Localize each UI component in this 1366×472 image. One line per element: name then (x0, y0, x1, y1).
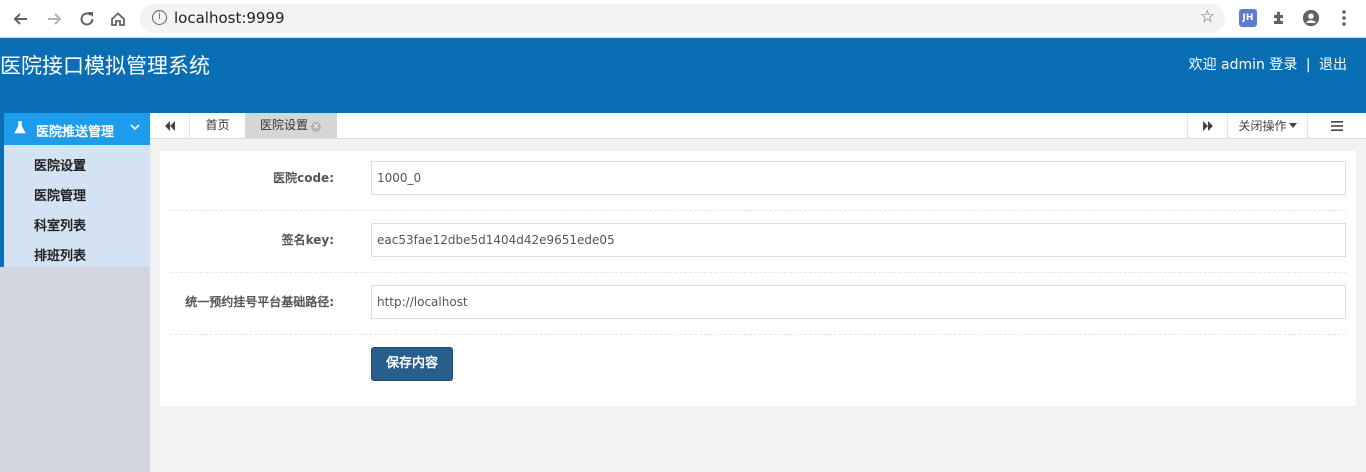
extension-jh-icon[interactable]: JH (1239, 9, 1257, 27)
address-bar[interactable]: i localhost:9999 ☆ (140, 4, 1225, 33)
logout-link[interactable]: 退出 (1319, 54, 1347, 74)
hamburger-icon (1331, 120, 1343, 131)
close-operations-label: 关闭操作 (1238, 119, 1287, 133)
save-button[interactable]: 保存内容 (371, 347, 453, 381)
browser-menu-icon[interactable] (1335, 9, 1353, 27)
url-text: localhost:9999 (174, 9, 285, 27)
welcome-text: 欢迎 admin 登录 (1188, 57, 1298, 73)
app-header: 医院接口模拟管理系统 欢迎 admin 登录 | 退出 (0, 38, 1366, 113)
chevron-down-icon (130, 121, 140, 134)
tab-scroll-left-button[interactable] (150, 113, 190, 138)
caret-down-icon (1288, 123, 1297, 128)
sidebar-item-hospital-settings[interactable]: 医院设置 (34, 155, 86, 174)
form-row-base-path: 统一预约挂号平台基础路径: (170, 273, 1346, 335)
tab-home[interactable]: 首页 (190, 113, 245, 138)
sign-key-input[interactable] (371, 223, 1346, 257)
double-left-icon (164, 120, 175, 131)
settings-form-panel: 医院code: 签名key: 统一预约挂号平台基础路径: 保存内容 (160, 151, 1356, 406)
sidebar-group-label: 医院推送管理 (36, 125, 115, 140)
browser-toolbar: i localhost:9999 ☆ JH (0, 0, 1366, 38)
app-title: 医院接口模拟管理系统 (0, 54, 210, 78)
extensions-puzzle-icon[interactable] (1270, 9, 1288, 27)
reload-icon[interactable] (76, 8, 98, 30)
base-path-input[interactable] (371, 285, 1346, 319)
header-separator: | (1305, 57, 1311, 73)
sidebar-menu: 医院设置 医院管理 科室列表 排班列表 (4, 145, 150, 267)
sidebar-item-hospital-management[interactable]: 医院管理 (34, 185, 86, 204)
info-icon[interactable]: i (152, 10, 167, 25)
tab-close-icon[interactable]: ✕ (311, 122, 322, 132)
flask-icon (14, 121, 26, 138)
bookmark-star-icon[interactable]: ☆ (1200, 7, 1215, 27)
sidebar-item-schedule-list[interactable]: 排班列表 (34, 245, 86, 264)
close-operations-dropdown[interactable]: 关闭操作 (1227, 113, 1307, 138)
user-area: 欢迎 admin 登录 | 退出 (1189, 54, 1347, 74)
tab-bar: 首页 医院设置 ✕ 关闭操作 (150, 113, 1366, 139)
tab-label: 医院设置 (260, 118, 309, 132)
profile-icon[interactable] (1302, 9, 1320, 27)
tab-scroll-right-button[interactable] (1187, 113, 1227, 138)
tab-hospital-settings[interactable]: 医院设置 ✕ (245, 113, 337, 138)
form-row-hospital-code: 医院code: (170, 151, 1346, 211)
home-icon[interactable] (107, 8, 129, 30)
base-path-label: 统一预约挂号平台基础路径: (185, 295, 334, 309)
double-right-icon (1202, 120, 1213, 131)
forward-icon[interactable] (43, 8, 65, 30)
back-icon[interactable] (10, 8, 32, 30)
form-row-sign-key: 签名key: (170, 211, 1346, 273)
hospital-code-input[interactable] (371, 161, 1346, 195)
hospital-code-label: 医院code: (273, 171, 334, 185)
sidebar-group-header[interactable]: 医院推送管理 (4, 113, 150, 145)
sign-key-label: 签名key: (281, 233, 334, 247)
tab-menu-button[interactable] (1307, 113, 1366, 138)
sidebar-item-department-list[interactable]: 科室列表 (34, 215, 86, 234)
sidebar: 医院推送管理 医院设置 医院管理 科室列表 排班列表 (0, 113, 150, 472)
